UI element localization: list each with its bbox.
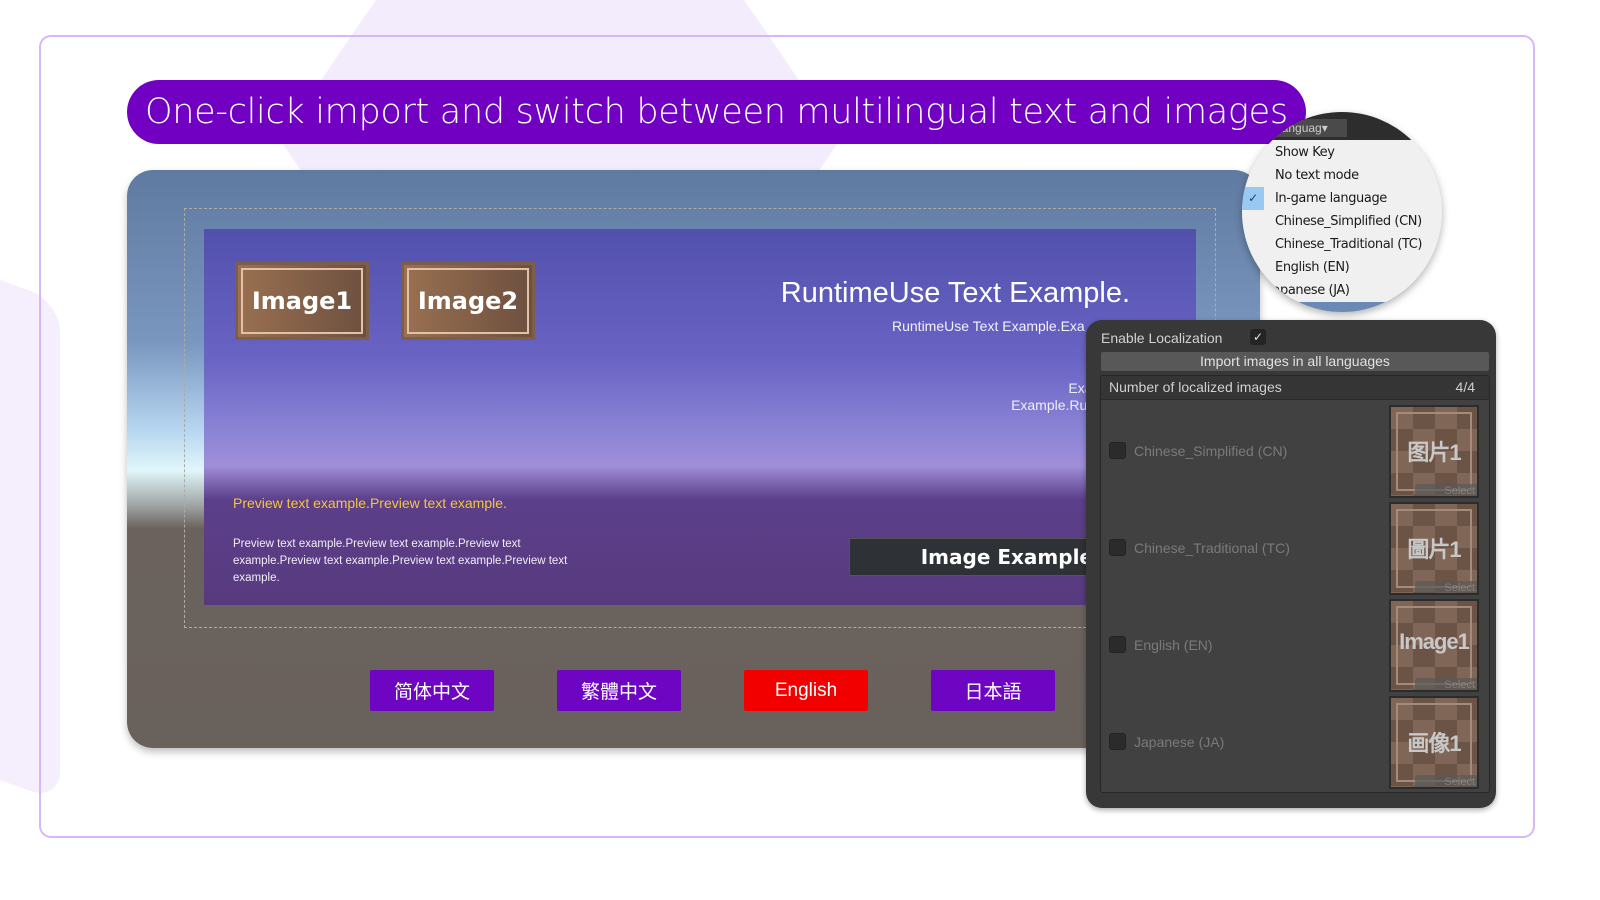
page: One-click import and switch between mult… — [0, 0, 1600, 900]
menu-item-label: In-game language — [1275, 191, 1387, 206]
select-button[interactable]: Select — [1415, 775, 1477, 787]
image-thumbnail[interactable]: 画像1 Select — [1389, 696, 1479, 789]
list-item: Chinese_Traditional (TC) 圖片1 Select — [1101, 500, 1489, 597]
list-item: English (EN) Image1 Select — [1101, 597, 1489, 694]
list-item: Chinese_Simplified (CN) 图片1 Select — [1101, 403, 1489, 500]
magnifier-bottom-edge — [1242, 302, 1442, 312]
preview-text-yellow: Preview text example.Preview text exampl… — [233, 495, 507, 511]
menu-item-label: Chinese_Simplified (CN) — [1275, 214, 1422, 229]
dropdown-menu: Show Key No text mode ✓ In-game language … — [1242, 141, 1442, 302]
runtime-sub-text: RuntimeUse Text Example.Exa — [892, 318, 1085, 334]
row-checkbox[interactable] — [1109, 636, 1126, 653]
menu-item-in-game-language[interactable]: ✓ In-game language — [1242, 187, 1442, 210]
checkmark-icon: ✓ — [1242, 187, 1264, 210]
dropdown-toolbar: e languag▾ — [1242, 112, 1442, 140]
row-language-label: Japanese (JA) — [1134, 734, 1225, 750]
select-button[interactable]: Select — [1415, 484, 1477, 496]
row-checkbox[interactable] — [1109, 733, 1126, 750]
menu-item-label: English (EN) — [1275, 260, 1350, 275]
thumbnail-text: Image1 — [1399, 629, 1470, 654]
row-checkbox[interactable] — [1109, 539, 1126, 556]
thumbnail-text: 画像1 — [1407, 731, 1461, 756]
image-thumbnail[interactable]: Image1 Select — [1389, 599, 1479, 692]
list-item: Japanese (JA) 画像1 Select — [1101, 694, 1489, 791]
language-dropdown[interactable]: e languag▾ — [1267, 119, 1347, 137]
lang-button-traditional-chinese[interactable]: 繁體中文 — [557, 670, 681, 711]
thumbnail-text: 图片1 — [1407, 440, 1461, 465]
menu-item-english[interactable]: English (EN) — [1242, 256, 1442, 279]
menu-item-label: No text mode — [1275, 168, 1359, 183]
localization-inspector: Enable Localization ✓ Import images in a… — [1086, 320, 1496, 808]
image1-label: Image1 — [241, 268, 363, 334]
menu-item-label: Chinese_Traditional (TC) — [1275, 237, 1423, 252]
lang-button-japanese[interactable]: 日本語 — [931, 670, 1055, 711]
row-language-label: Chinese_Simplified (CN) — [1134, 443, 1288, 459]
menu-item-label: Japanese (JA) — [1269, 283, 1350, 298]
runtime-title-text: RuntimeUse Text Example. — [780, 277, 1130, 309]
image2-label: Image2 — [407, 268, 529, 334]
localized-images-list: Number of localized images 4/4 Chinese_S… — [1100, 375, 1490, 793]
image2-button[interactable]: Image2 — [401, 262, 535, 340]
row-checkbox[interactable] — [1109, 442, 1126, 459]
image-thumbnail[interactable]: 图片1 Select — [1389, 405, 1479, 498]
image-thumbnail[interactable]: 圖片1 Select — [1389, 502, 1479, 595]
enable-localization-checkbox[interactable]: ✓ — [1250, 329, 1266, 345]
row-language-label: English (EN) — [1134, 637, 1213, 653]
preview-text-white: Preview text example.Preview text exampl… — [233, 538, 568, 584]
list-header-label: Number of localized images — [1109, 379, 1282, 395]
menu-item-japanese[interactable]: Japanese (JA) — [1242, 279, 1442, 302]
enable-localization-label: Enable Localization — [1101, 330, 1223, 346]
headline-banner: One-click import and switch between mult… — [127, 80, 1306, 144]
row-language-label: Chinese_Traditional (TC) — [1134, 540, 1290, 556]
lang-button-english[interactable]: English — [744, 670, 868, 711]
menu-item-chinese-traditional[interactable]: Chinese_Traditional (TC) — [1242, 233, 1442, 256]
lang-button-simplified-chinese[interactable]: 简体中文 — [370, 670, 494, 711]
image1-button[interactable]: Image1 — [235, 262, 369, 340]
ui-canvas: Image1 Image2 RuntimeUse Text Example. R… — [204, 229, 1196, 605]
select-button[interactable]: Select — [1415, 678, 1477, 690]
menu-item-show-key[interactable]: Show Key — [1242, 141, 1442, 164]
menu-item-label: Show Key — [1275, 145, 1335, 160]
select-button[interactable]: Select — [1415, 581, 1477, 593]
language-dropdown-magnifier: e languag▾ Show Key No text mode ✓ In-gam… — [1242, 112, 1442, 312]
list-header: Number of localized images 4/4 — [1101, 376, 1489, 400]
menu-item-no-text-mode[interactable]: No text mode — [1242, 164, 1442, 187]
import-all-images-button[interactable]: Import images in all languages — [1101, 352, 1489, 371]
thumbnail-text: 圖片1 — [1407, 537, 1461, 562]
list-count: 4/4 — [1455, 379, 1475, 395]
menu-item-chinese-simplified[interactable]: Chinese_Simplified (CN) — [1242, 210, 1442, 233]
